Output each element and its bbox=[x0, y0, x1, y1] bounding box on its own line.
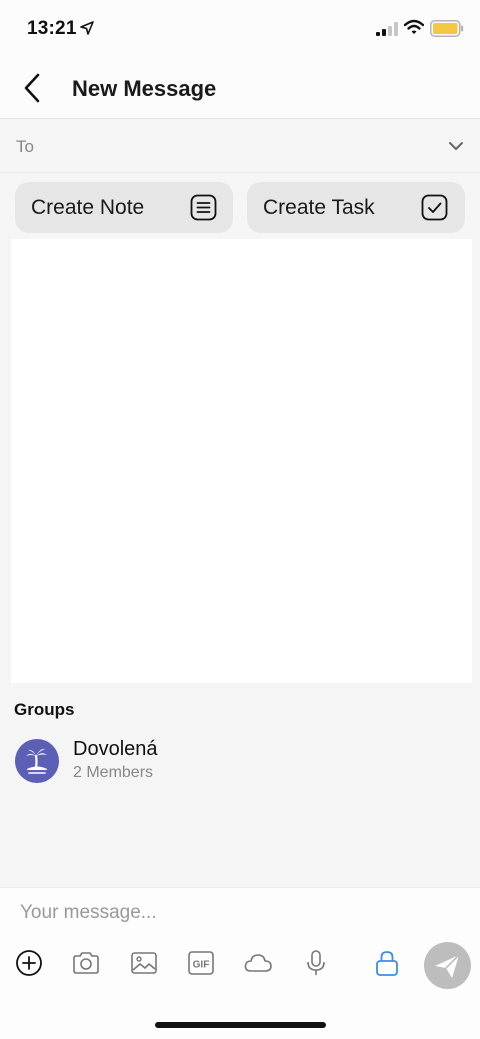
send-button[interactable] bbox=[424, 942, 471, 989]
gif-icon[interactable]: GIF bbox=[186, 948, 216, 978]
nav-bar: New Message bbox=[0, 60, 480, 118]
create-note-button[interactable]: Create Note bbox=[15, 182, 233, 233]
group-member-count: 2 Members bbox=[73, 764, 154, 781]
wifi-icon bbox=[404, 19, 424, 34]
battery-icon bbox=[430, 20, 464, 37]
paper-plane-icon bbox=[435, 954, 460, 978]
plus-circle-icon[interactable] bbox=[14, 948, 44, 978]
checkbox-icon bbox=[421, 194, 448, 221]
page-title: New Message bbox=[72, 76, 217, 101]
lock-icon[interactable] bbox=[372, 948, 402, 978]
home-indicator bbox=[155, 1022, 326, 1028]
location-arrow-icon bbox=[80, 21, 94, 35]
status-bar: 13:21 bbox=[0, 0, 480, 60]
status-time: 13:21 bbox=[27, 18, 77, 39]
create-task-label: Create Task bbox=[263, 196, 375, 219]
recipient-field[interactable]: To bbox=[0, 118, 480, 173]
avatar bbox=[15, 739, 59, 783]
svg-text:GIF: GIF bbox=[193, 960, 210, 971]
camera-icon[interactable] bbox=[71, 948, 101, 978]
message-composer: GIF bbox=[0, 887, 480, 1039]
to-label: To bbox=[16, 137, 34, 156]
create-note-label: Create Note bbox=[31, 196, 145, 219]
image-icon[interactable] bbox=[129, 948, 159, 978]
group-list-item[interactable]: Dovolená 2 Members bbox=[0, 732, 480, 792]
cellular-signal-icon bbox=[376, 22, 398, 36]
cloud-icon[interactable] bbox=[243, 948, 273, 978]
chevron-down-icon[interactable] bbox=[446, 138, 466, 154]
message-input[interactable] bbox=[20, 902, 460, 924]
message-body-area[interactable] bbox=[11, 239, 472, 683]
chevron-left-icon[interactable] bbox=[18, 72, 46, 104]
group-name: Dovolená bbox=[73, 738, 158, 760]
microphone-icon[interactable] bbox=[301, 948, 331, 978]
note-lines-icon bbox=[190, 194, 217, 221]
groups-heading: Groups bbox=[14, 700, 75, 719]
create-task-button[interactable]: Create Task bbox=[247, 182, 465, 233]
palm-island-icon bbox=[26, 748, 47, 774]
